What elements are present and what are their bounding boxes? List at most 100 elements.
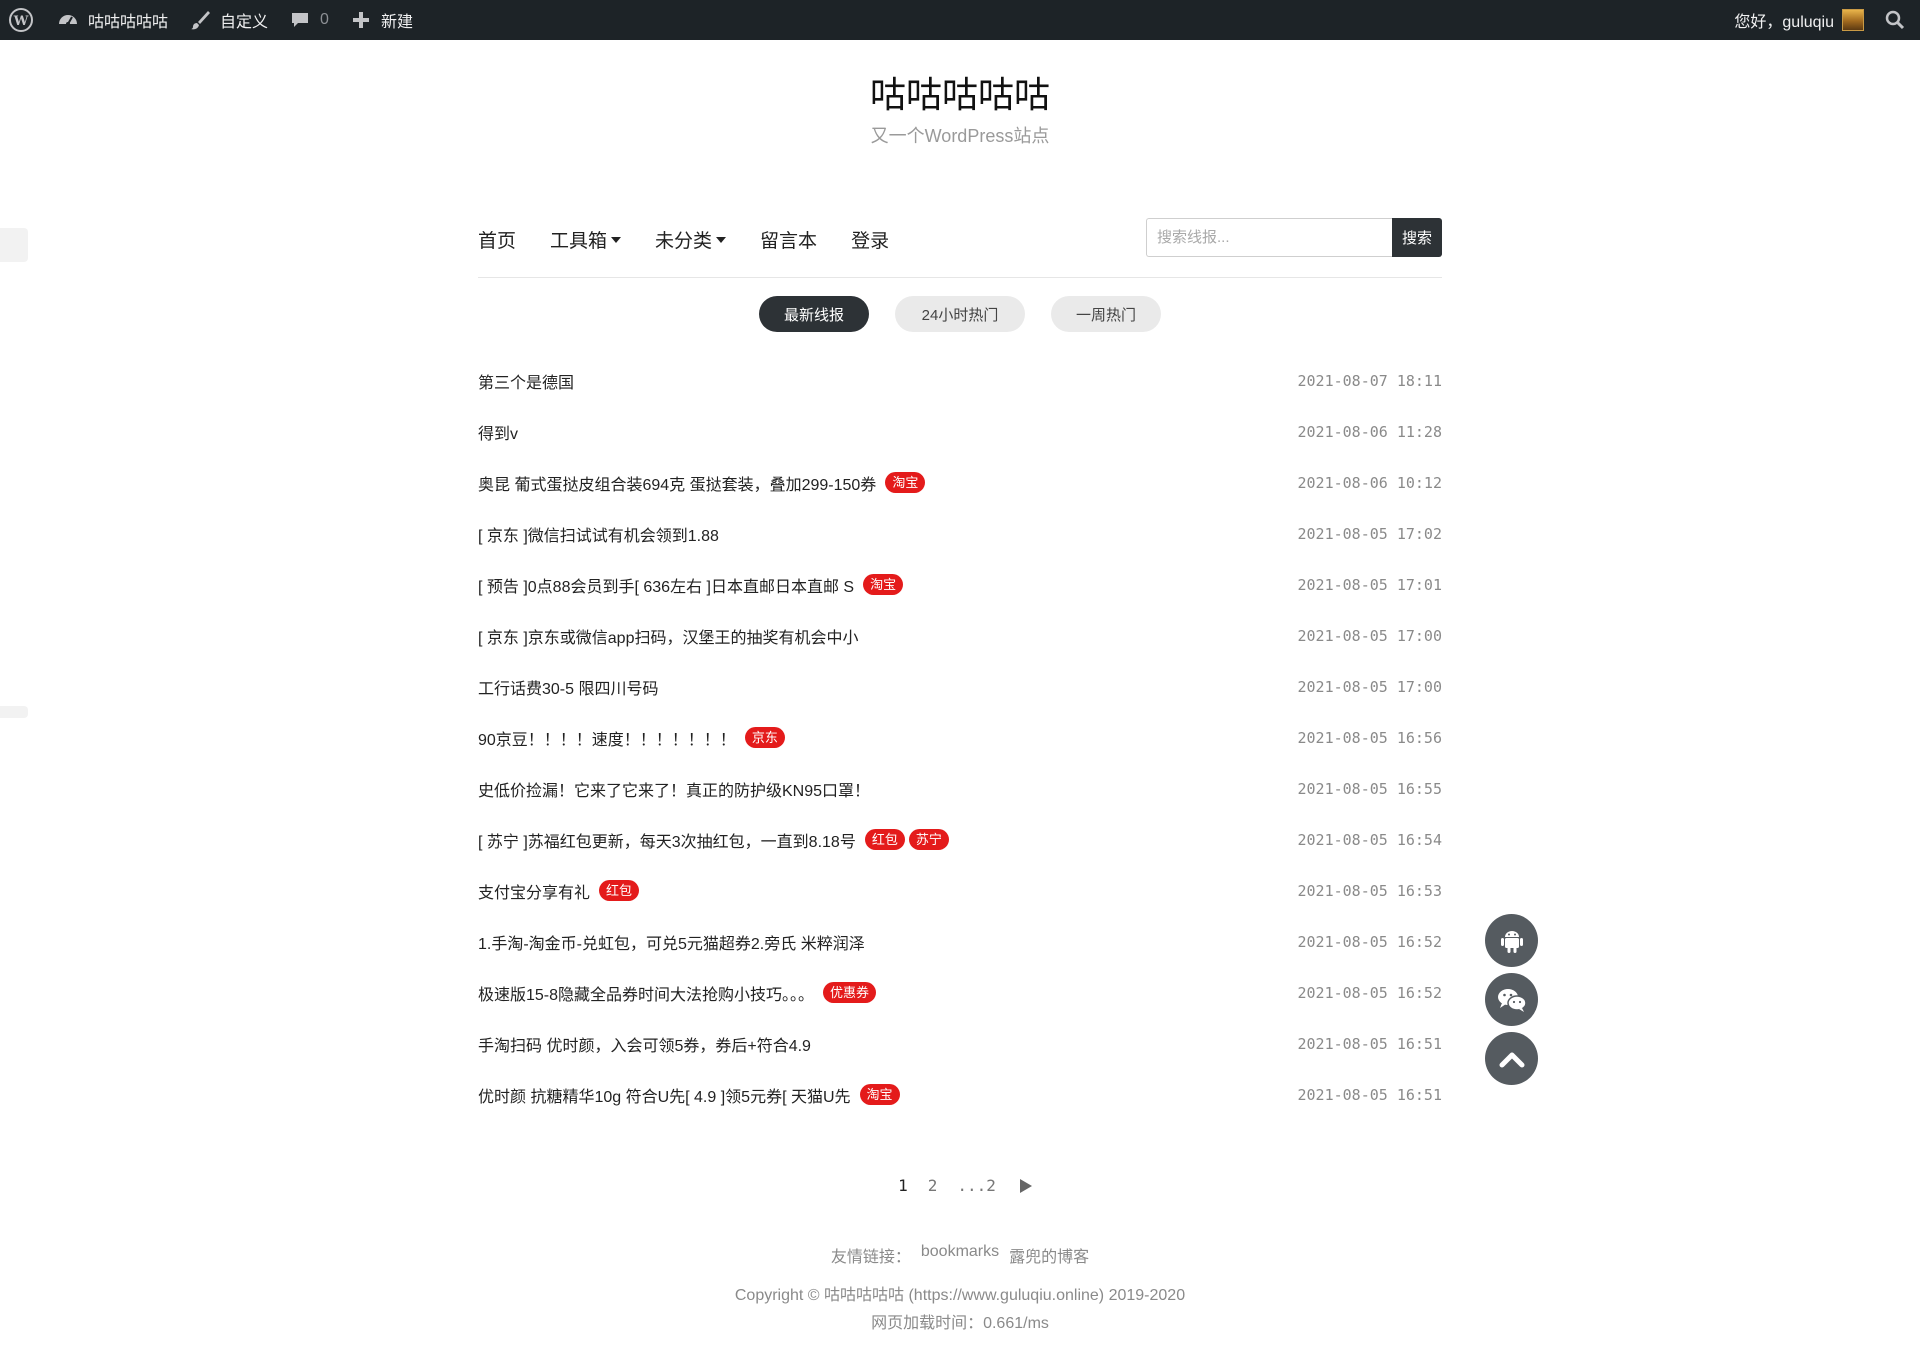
svg-text:W: W (13, 14, 29, 29)
nav-item-4[interactable]: 登录 (851, 226, 889, 253)
greeting-label: 您好，guluqiu (1734, 14, 1834, 31)
post-link[interactable]: 奥昆 葡式蛋挞皮组合装694克 蛋挞套装，叠加299-150券 淘宝 (478, 471, 926, 495)
back-to-top-button[interactable] (1485, 1032, 1538, 1085)
post-date: 2021-08-05 16:54 (1297, 830, 1443, 849)
post-row: [ 京东 ]微信扫试试有机会领到1.88 2021-08-05 17:02 (478, 508, 1442, 559)
post-row: [ 京东 ]京东或微信app扫码，汉堡王的抽奖有机会中小 2021-08-05 1… (478, 610, 1442, 661)
wechat-button[interactable] (1485, 973, 1538, 1026)
post-tag-badge[interactable]: 红包 (599, 880, 640, 901)
post-date: 2021-08-06 11:28 (1297, 422, 1443, 441)
page-current: 1 (898, 1176, 908, 1195)
post-date: 2021-08-05 16:53 (1297, 881, 1443, 900)
post-link[interactable]: 得到v (478, 420, 518, 444)
next-page-icon[interactable] (1019, 1178, 1032, 1193)
tab-0[interactable]: 最新线报 (759, 296, 869, 332)
post-link[interactable]: 90京豆！！！！速度！！！！！！！ 京东 (478, 726, 785, 750)
wordpress-icon: W (8, 7, 34, 33)
post-row: [ 苏宁 ]苏福红包更新，每天3次抽红包，一直到8.18号 红包 苏宁 2021-08… (478, 814, 1442, 865)
post-link[interactable]: [ 京东 ]微信扫试试有机会领到1.88 (478, 522, 719, 546)
post-date: 2021-08-05 16:55 (1297, 779, 1443, 798)
post-link[interactable]: [ 京东 ]京东或微信app扫码，汉堡王的抽奖有机会中小 (478, 624, 858, 648)
android-app-button[interactable] (1485, 914, 1538, 967)
post-link[interactable]: 1.手淘-淘金币-兑虹包，可兑5元猫超券2.旁氏 米粹润泽 (478, 930, 865, 954)
post-tag-badge[interactable]: 苏宁 (908, 829, 949, 850)
nav-item-3[interactable]: 留言本 (760, 226, 817, 253)
side-widget-tab[interactable] (0, 228, 28, 262)
primary-menu: 首页 工具箱 未分类 留言本 登录 (478, 226, 923, 253)
post-tag-badge[interactable]: 淘宝 (885, 472, 926, 493)
admin-bar-left: W 咕咕咕咕咕 自定义 0 新建 (0, 0, 423, 40)
post-row: 手淘扫码 优时颜，入会可领5券，券后+符合4.9 2021-08-05 16:51 (478, 1018, 1442, 1069)
post-row: 奥昆 葡式蛋挞皮组合装694克 蛋挞套装，叠加299-150券 淘宝 2021-08… (478, 457, 1442, 508)
post-link[interactable]: 手淘扫码 优时颜，入会可领5券，券后+符合4.9 (478, 1032, 811, 1056)
nav-item-label: 首页 (478, 231, 517, 252)
caret-down-icon (611, 236, 622, 243)
admin-search-button[interactable] (1874, 0, 1920, 40)
post-tag-badge[interactable]: 优惠券 (823, 982, 877, 1003)
friend-link-bookmarks[interactable]: bookmarks (921, 1243, 999, 1267)
post-row: 1.手淘-淘金币-兑虹包，可兑5元猫超券2.旁氏 米粹润泽 2021-08-05 … (478, 916, 1442, 967)
caret-down-icon (716, 236, 727, 243)
wechat-icon (1496, 986, 1528, 1014)
post-tag-badge[interactable]: 京东 (744, 727, 785, 748)
nav-item-2[interactable]: 未分类 (655, 226, 727, 253)
customize-menu[interactable]: 自定义 (178, 0, 278, 40)
post-list: 第三个是德国 2021-08-07 18:11 得到v 2021-08-06 11:2… (478, 355, 1442, 1120)
post-title: 支付宝分享有礼 (478, 884, 591, 902)
copyright: Copyright © 咕咕咕咕咕 (https://www.guluqiu.o… (734, 1287, 1186, 1304)
site-description: 又一个WordPress站点 (870, 126, 1050, 146)
post-link[interactable]: [ 苏宁 ]苏福红包更新，每天3次抽红包，一直到8.18号 红包 苏宁 (478, 828, 949, 852)
post-title: 优时颜 抗糖精华10g 符合U先[ 4.9 ]领5元券[ 天猫U先 (478, 1088, 851, 1106)
post-row: 支付宝分享有礼 红包 2021-08-05 16:53 (478, 865, 1442, 916)
comments-count: 0 (320, 11, 329, 28)
post-link[interactable]: [ 预告 ]0点88会员到手[ 636左右 ]日本直邮日本直邮 S 淘宝 (478, 573, 904, 597)
tab-1[interactable]: 24小时热门 (895, 296, 1025, 332)
post-tag-badge[interactable]: 淘宝 (859, 1084, 900, 1105)
post-title: 得到v (478, 425, 519, 443)
chevron-up-icon (1499, 1050, 1525, 1068)
post-row: 工行话费30-5 限四川号码 2021-08-05 17:00 (478, 661, 1442, 712)
post-row: 90京豆！！！！速度！！！！！！！ 京东 2021-08-05 16:56 (478, 712, 1442, 763)
post-row: 极速版15-8隐藏全品券时间大法抢购小技巧。。。 优惠券 2021-08-05 16… (478, 967, 1442, 1018)
nav-item-1[interactable]: 工具箱 (550, 226, 622, 253)
nav-item-label: 工具箱 (550, 231, 608, 252)
post-link[interactable]: 极速版15-8隐藏全品券时间大法抢购小技巧。。。 优惠券 (478, 981, 877, 1005)
post-link[interactable]: 工行话费30-5 限四川号码 (478, 675, 658, 699)
post-tag-badge[interactable]: 红包 (864, 829, 905, 850)
friend-links-label: 友情链接： (830, 1249, 911, 1266)
android-icon (1499, 927, 1525, 955)
nav-item-0[interactable]: 首页 (478, 226, 516, 253)
post-date: 2021-08-05 16:52 (1297, 983, 1443, 1002)
post-title: 1.手淘-淘金币-兑虹包，可兑5元猫超券2.旁氏 米粹润泽 (478, 935, 865, 953)
comments-menu[interactable]: 0 (278, 0, 339, 40)
page-ellipsis-last[interactable]: ...2 (947, 1176, 1006, 1195)
search-icon (1884, 9, 1906, 31)
post-link[interactable]: 史低价捡漏！它来了它来了！真正的防护级KN95口罩！ (478, 777, 870, 801)
new-content-menu[interactable]: 新建 (339, 0, 423, 40)
wordpress-menu[interactable]: W (0, 0, 46, 40)
site-name-menu[interactable]: 咕咕咕咕咕 (46, 0, 178, 40)
post-date: 2021-08-05 16:51 (1297, 1085, 1443, 1104)
plus-icon (349, 8, 373, 32)
search-input[interactable] (1146, 218, 1392, 257)
tab-2[interactable]: 一周热门 (1051, 296, 1161, 332)
post-link[interactable]: 优时颜 抗糖精华10g 符合U先[ 4.9 ]领5元券[ 天猫U先 淘宝 (478, 1083, 900, 1107)
post-date: 2021-08-06 10:12 (1297, 473, 1443, 492)
friend-link-ludou[interactable]: 露兜的博客 (1009, 1243, 1089, 1267)
post-date: 2021-08-05 17:01 (1297, 575, 1443, 594)
post-tag-badge[interactable]: 淘宝 (863, 574, 904, 595)
site-title[interactable]: 咕咕咕咕咕 (0, 66, 1920, 118)
post-link[interactable]: 支付宝分享有礼 红包 (478, 879, 640, 903)
site-name-label: 咕咕咕咕咕 (88, 14, 169, 31)
pagination: 1 2 ...2 (0, 1176, 1920, 1195)
page-link-2[interactable]: 2 (918, 1176, 948, 1195)
friend-links: 友情链接： bookmarks 露兜的博客 (0, 1243, 1920, 1267)
post-tabs: 最新线报 24小时热门 一周热门 (0, 296, 1920, 332)
search-button[interactable]: 搜索 (1392, 218, 1442, 257)
my-account-menu[interactable]: 您好，guluqiu (1724, 0, 1874, 40)
admin-bar-right: 您好，guluqiu (1724, 0, 1920, 40)
post-link[interactable]: 第三个是德国 (478, 369, 574, 393)
post-date: 2021-08-05 16:52 (1297, 932, 1443, 951)
post-title: 史低价捡漏！它来了它来了！真正的防护级KN95口罩！ (478, 782, 871, 800)
post-title: 第三个是德国 (478, 374, 575, 392)
